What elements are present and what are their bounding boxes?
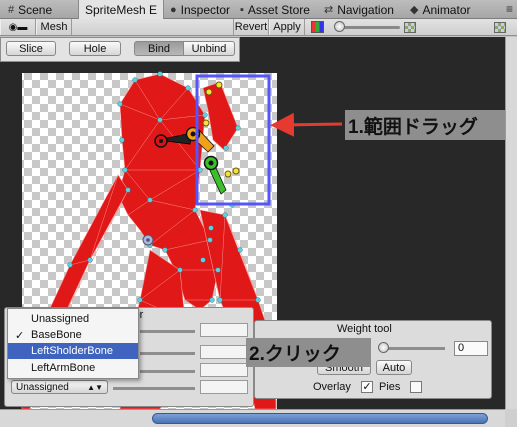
color-channel-icon[interactable] (311, 21, 324, 33)
dropdown-value: Unassigned (16, 381, 69, 393)
weight-tool-slider-knob[interactable] (378, 342, 389, 353)
animator-icon: ◆ (410, 4, 419, 16)
tab-scene[interactable]: # Scene (2, 0, 58, 19)
dropdown-option-leftarmbone[interactable]: LeftArmBone (8, 360, 138, 376)
apply-button[interactable]: Apply (269, 19, 305, 35)
tab-label: Asset Store (247, 2, 310, 17)
mesh-button[interactable]: Mesh (36, 19, 72, 35)
overlay-label: Overlay (313, 381, 351, 393)
pies-label: Pies (379, 381, 401, 393)
weight-tool-slider-track[interactable] (383, 347, 445, 350)
revert-button[interactable]: Revert (233, 19, 269, 35)
weight-slider-4[interactable] (113, 387, 195, 390)
bag-icon: ▪ (240, 3, 244, 16)
editor-toolbar: ◉▬ Mesh Revert Apply (0, 19, 517, 36)
tab-label: Navigation (337, 2, 394, 17)
tab-navigation[interactable]: ⇄ Navigation (318, 0, 400, 19)
slice-button[interactable]: Slice (6, 41, 56, 56)
dropdown-option-basebone[interactable]: ✓ BaseBone (8, 327, 138, 343)
unbind-button[interactable]: Unbind (184, 41, 235, 56)
weight-field-2[interactable] (200, 345, 248, 359)
weight-field-3[interactable] (200, 363, 248, 377)
hole-button[interactable]: Hole (69, 41, 121, 56)
info-icon: ● (170, 3, 177, 16)
eye-toggle-icon: ◉▬ (8, 21, 28, 33)
dropdown-option-leftsholderbone[interactable]: LeftSholderBone (8, 343, 138, 359)
weight-tool-title: Weight tool (337, 323, 392, 335)
pies-checkbox[interactable] (410, 381, 422, 393)
tab-label: Scene (18, 2, 53, 17)
weight-slider-2[interactable] (140, 352, 195, 355)
bone-dropdown-menu: Unassigned ✓ BaseBone LeftSholderBone Le… (7, 308, 139, 379)
checker-small-icon (404, 22, 416, 33)
chevron-updown-icon: ▲▼ (87, 382, 103, 392)
tab-label: Inspector (180, 2, 231, 17)
overlay-checkbox[interactable]: ✓ (361, 381, 373, 393)
dropdown-option-unassigned[interactable]: Unassigned (8, 311, 138, 327)
weight-field-1[interactable] (200, 323, 248, 337)
checkmark-icon: ✓ (15, 329, 25, 342)
zoom-slider-track[interactable] (342, 26, 400, 29)
step2-callout: 2.クリック (246, 338, 371, 367)
tab-label: SpriteMesh E (85, 3, 158, 17)
tab-spritemesh-editor[interactable]: SpriteMesh E (78, 0, 164, 20)
tab-inspector[interactable]: ● Inspector (164, 0, 236, 19)
bone-select-dropdown[interactable]: Unassigned ▲▼ (11, 380, 108, 394)
weight-tool-value-field[interactable]: 0 (454, 341, 488, 356)
horizontal-scrollbar[interactable] (0, 409, 505, 427)
bind-button[interactable]: Bind (134, 41, 184, 56)
tab-animator[interactable]: ◆ Animator (404, 0, 477, 19)
grid-icon: # (8, 3, 15, 16)
mode-panel: Slice Hole Bind Unbind (0, 37, 240, 62)
tab-bar: # Scene SpriteMesh E ● Inspector ▪ Asset… (0, 0, 517, 20)
tab-label: Animator (422, 2, 471, 17)
tab-asset-store[interactable]: ▪ Asset Store (234, 0, 316, 19)
scroll-corner (505, 409, 517, 427)
horizontal-scroll-thumb[interactable] (152, 413, 488, 424)
tab-menu-icon[interactable]: ≡ (506, 2, 513, 16)
nav-icon: ⇄ (324, 4, 334, 16)
zoom-slider-knob[interactable] (334, 21, 345, 32)
checker-large-icon (494, 22, 506, 33)
step1-arrow (270, 112, 343, 137)
vertical-scrollbar[interactable] (505, 37, 517, 409)
auto-button[interactable]: Auto (376, 360, 412, 375)
view-toggle-button[interactable]: ◉▬ (0, 19, 36, 35)
step1-callout: 1.範囲ドラッグ (345, 110, 517, 140)
weight-field-4[interactable] (200, 380, 248, 394)
weight-slider-3[interactable] (140, 370, 195, 373)
weight-slider-1[interactable] (140, 330, 195, 333)
